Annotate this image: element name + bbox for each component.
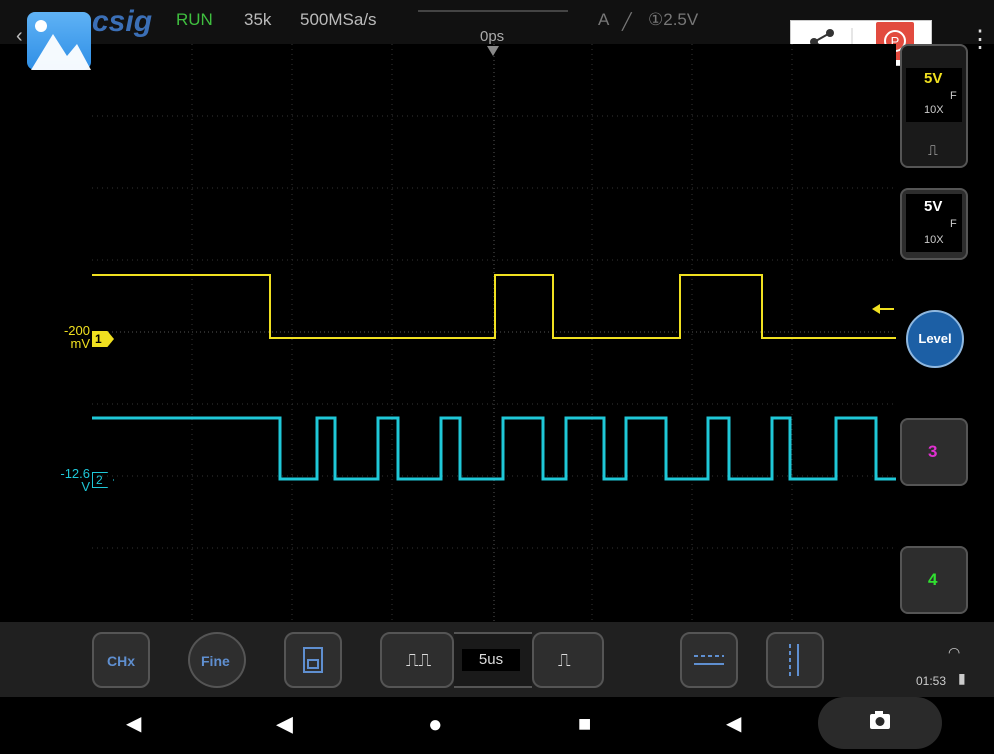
pulse-icon: ⎍ — [928, 142, 938, 158]
brand-logo: csig — [92, 5, 153, 38]
save-icon — [303, 647, 323, 673]
vertical-cursor-icon — [789, 644, 799, 676]
wave-expand-button[interactable]: ⎍ — [532, 632, 604, 688]
memory-depth[interactable]: 35k — [244, 10, 271, 30]
save-button[interactable] — [284, 632, 342, 688]
trigger-position-icon[interactable] — [485, 44, 501, 58]
chx-button[interactable]: CHx — [92, 632, 150, 688]
battery-icon: ▮ — [958, 670, 966, 686]
ch2-offset-label: -12.6 V — [60, 466, 90, 494]
wave-expand-icon: ⎍ — [558, 650, 571, 670]
kebab-menu-icon[interactable]: ⋮ — [968, 25, 992, 54]
ch1-vdiv: 5V — [924, 70, 943, 87]
sample-rate[interactable]: 500MSa/s — [300, 10, 377, 30]
screenshot-button[interactable] — [818, 697, 942, 749]
ch1-offset-label: -200 mV — [63, 323, 90, 351]
home-icon[interactable]: ● — [428, 711, 443, 739]
volume-up-icon[interactable]: ◀ — [726, 711, 741, 736]
ch2-settings-button[interactable]: 5V F 10X — [900, 188, 968, 260]
ch4-button[interactable]: 4 — [900, 546, 968, 614]
back-chevron-icon[interactable]: ‹ — [16, 25, 23, 48]
ch1-scale-box: 5V F 10X — [906, 68, 962, 122]
ch2-scale-box: 5V F 10X — [906, 194, 962, 252]
rising-edge-icon: ╱ — [622, 14, 632, 31]
back-icon[interactable]: ◀ — [276, 711, 293, 737]
time-offset-box[interactable]: 0ps — [418, 10, 568, 46]
level-button[interactable]: Level — [906, 310, 964, 368]
app-logo — [27, 12, 91, 70]
volume-down-icon[interactable]: ◀ — [126, 711, 141, 736]
ch1-probe: 10X — [924, 104, 944, 116]
recents-icon[interactable]: ■ — [578, 711, 591, 737]
waveform-display[interactable] — [92, 44, 896, 621]
horizontal-cursor-button[interactable] — [680, 632, 738, 688]
ch1-settings-panel[interactable]: 5V F 10X ⎍ — [900, 44, 968, 168]
ch3-button[interactable]: 3 — [900, 418, 968, 486]
timebase-display[interactable]: 5us — [454, 632, 532, 688]
mountain-image-icon — [31, 20, 91, 70]
wave-compress-button[interactable]: ⎍⎍ — [380, 632, 454, 688]
vertical-cursor-button[interactable] — [766, 632, 824, 688]
trigger-mode[interactable]: A — [598, 10, 609, 30]
bottom-toolbar: CHx Fine ⎍⎍ 5us ⎍ ◠ 01:53 ▮ — [0, 622, 994, 697]
timebase-value: 5us — [462, 649, 520, 671]
horizontal-cursor-icon — [694, 655, 724, 665]
ch2-vdiv: 5V — [924, 198, 943, 215]
waveform-grid — [92, 44, 896, 621]
wave-compress-icon: ⎍⎍ — [406, 650, 432, 670]
wifi-icon: ◠ — [948, 644, 961, 660]
ch1-coupling: F — [950, 90, 957, 102]
run-state[interactable]: RUN — [176, 10, 213, 30]
trigger-level[interactable]: ①2.5V — [648, 10, 698, 30]
clock: 01:53 — [916, 674, 947, 688]
time-offset: 0ps — [480, 28, 505, 45]
camera-icon — [870, 711, 890, 729]
ch1-trace — [92, 274, 896, 339]
trigger-level-arrow-icon[interactable] — [872, 302, 896, 316]
fine-button[interactable]: Fine — [188, 632, 246, 688]
ch2-probe: 10X — [924, 234, 944, 246]
ch2-coupling: F — [950, 218, 957, 230]
